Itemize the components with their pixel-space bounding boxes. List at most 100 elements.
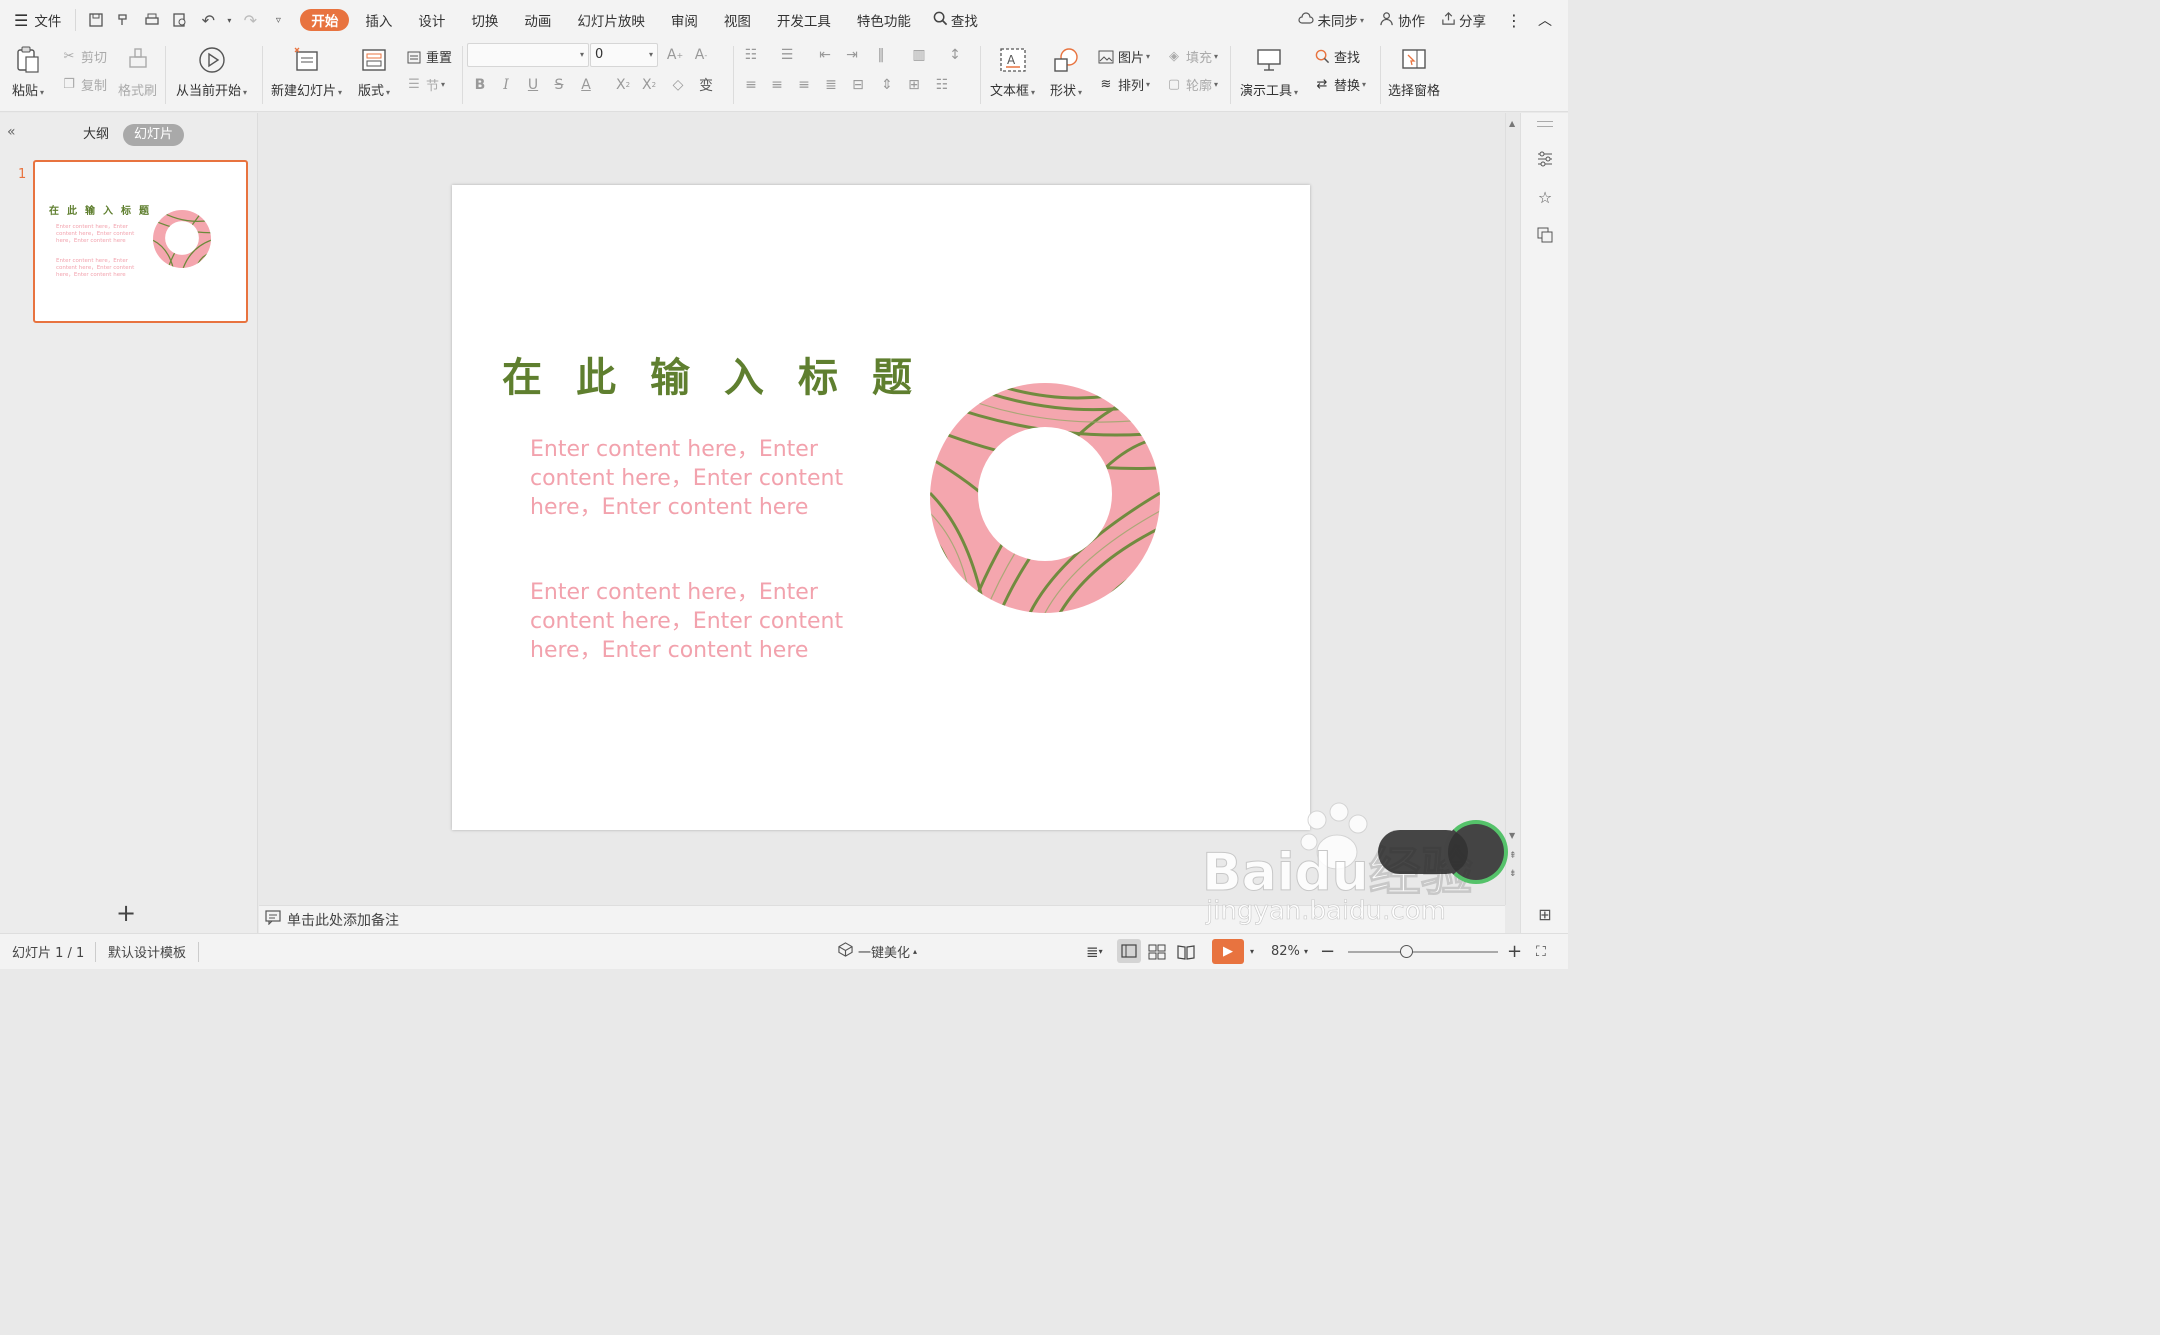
line-spacing-icon[interactable]: ↕	[946, 46, 964, 64]
subscript-icon[interactable]: X2	[640, 76, 658, 94]
cut-button[interactable]: ✂ 剪切	[60, 47, 107, 66]
present-tools-button[interactable]: 演示工具 ▾	[1240, 44, 1298, 99]
superscript-icon[interactable]: X2	[614, 76, 632, 94]
tab-outline[interactable]: 大纲	[72, 124, 120, 146]
replace-button[interactable]: ⇄ 替换 ▾	[1313, 75, 1366, 94]
slideshow-dropdown-icon[interactable]: ▾	[1250, 947, 1254, 956]
arrange-button[interactable]: ≋ 排列 ▾	[1097, 75, 1150, 94]
zoom-out-icon[interactable]: −	[1320, 941, 1335, 962]
picture-button[interactable]: 图片 ▾	[1097, 47, 1150, 66]
scroll-up-icon[interactable]: ▲	[1509, 119, 1515, 128]
fit-window-icon[interactable]: ⛶	[1536, 944, 1546, 960]
print-icon[interactable]	[140, 8, 164, 32]
font-size-select[interactable]: 0 ▾	[590, 43, 658, 67]
strikethrough-icon[interactable]: S	[550, 76, 568, 94]
add-slide-icon[interactable]: +	[116, 901, 136, 925]
justify-icon[interactable]: ≣	[822, 76, 840, 94]
animation-icon[interactable]: ☆	[1535, 187, 1555, 207]
textbox-button[interactable]: A 文本框 ▾	[990, 44, 1035, 99]
tab-developer[interactable]: 开发工具	[769, 0, 839, 40]
text-effects-icon[interactable]: 变	[697, 76, 715, 94]
tab-transition[interactable]: 切换	[463, 0, 506, 40]
copy-button[interactable]: ❐ 复制	[60, 75, 107, 94]
shape-button[interactable]: 形状 ▾	[1050, 44, 1082, 99]
format-copy-icon[interactable]	[112, 8, 136, 32]
section-button[interactable]: ☰ 节 ▾	[405, 75, 445, 94]
tab-special[interactable]: 特色功能	[849, 0, 919, 40]
content-paragraph-2[interactable]: Enter content here，Enter content here，En…	[530, 578, 860, 665]
save-icon[interactable]	[84, 8, 108, 32]
reset-button[interactable]: 重置	[405, 47, 452, 66]
font-color-icon[interactable]: A	[577, 76, 595, 94]
slide-title[interactable]: 在此输入标题	[502, 345, 946, 403]
tab-slides[interactable]: 幻灯片	[123, 124, 185, 146]
normal-view-icon[interactable]	[1117, 939, 1141, 963]
notes-toggle-icon[interactable]: ≣ ▾	[1086, 943, 1103, 961]
decrease-indent-icon[interactable]: ⇤	[816, 46, 834, 64]
template-name[interactable]: 默认设计模板	[108, 942, 186, 961]
clear-format-icon[interactable]: ◇	[669, 76, 687, 94]
collab-button[interactable]: 协作	[1372, 0, 1433, 40]
customize-dropdown-icon[interactable]: ▿	[266, 8, 290, 32]
font-grow-icon[interactable]: A +	[666, 46, 684, 64]
tab-insert[interactable]: 插入	[357, 0, 400, 40]
print-preview-icon[interactable]	[168, 8, 192, 32]
share-button[interactable]: 分享	[1433, 0, 1494, 40]
slide[interactable]: 在此输入标题 Enter content here，Enter content …	[452, 185, 1310, 830]
play-slideshow-button[interactable]: ▶	[1212, 939, 1244, 964]
undo-icon[interactable]: ↶	[196, 8, 220, 32]
zoom-level[interactable]: 82%	[1271, 944, 1300, 959]
align-center-icon[interactable]: ≡	[768, 76, 786, 94]
find-button[interactable]: 查找	[1313, 47, 1360, 66]
apps-grid-icon[interactable]: ⊞	[1535, 904, 1555, 924]
sync-button[interactable]: 未同步 ▾	[1290, 0, 1372, 40]
italic-icon[interactable]: I	[497, 76, 515, 94]
paragraph-spacing-icon[interactable]: ⇕	[878, 76, 896, 94]
format-painter-button[interactable]: 格式刷	[118, 44, 157, 99]
columns-icon[interactable]: ▥	[910, 46, 928, 64]
tab-slideshow[interactable]: 幻灯片放映	[569, 0, 653, 40]
vertical-align-icon[interactable]: ⊞	[905, 76, 923, 94]
outline-button[interactable]: ▢ 轮廓 ▾	[1165, 75, 1218, 94]
undo-dropdown-icon[interactable]: ▾	[224, 8, 234, 32]
align-left-icon[interactable]: ≡	[742, 76, 760, 94]
redo-icon[interactable]: ↷	[238, 8, 262, 32]
beautify-button[interactable]: 一键美化 ▴	[838, 942, 917, 961]
distribute-icon[interactable]: ⊟	[849, 76, 867, 94]
reading-view-icon[interactable]	[1177, 944, 1195, 960]
zoom-slider[interactable]	[1348, 945, 1498, 958]
prev-slide-icon[interactable]: ⇞	[1509, 851, 1517, 861]
transition-icon[interactable]	[1535, 225, 1555, 245]
bold-icon[interactable]: B	[471, 76, 489, 94]
slide-sorter-icon[interactable]	[1148, 944, 1166, 960]
play-from-current-button[interactable]: 从当前开始 ▾	[176, 44, 247, 99]
new-slide-button[interactable]: 新建幻灯片 ▾	[271, 44, 342, 99]
tab-review[interactable]: 审阅	[663, 0, 706, 40]
zoom-dropdown-icon[interactable]: ▾	[1304, 947, 1308, 956]
content-paragraph-1[interactable]: Enter content here，Enter content here，En…	[530, 435, 860, 522]
align-right-icon[interactable]: ≡	[795, 76, 813, 94]
underline-icon[interactable]: U	[524, 76, 542, 94]
collapse-ribbon-icon[interactable]: ︿	[1534, 0, 1568, 40]
select-pane-button[interactable]: 选择窗格	[1388, 44, 1440, 99]
properties-icon[interactable]	[1535, 149, 1555, 169]
increase-indent-icon[interactable]: ⇥	[843, 46, 861, 64]
ring-image[interactable]	[930, 383, 1160, 613]
tab-design[interactable]: 设计	[410, 0, 453, 40]
font-name-select[interactable]: ▾	[467, 43, 589, 67]
font-shrink-icon[interactable]: A-	[692, 46, 710, 64]
zoom-slider-thumb[interactable]	[1400, 945, 1413, 958]
paste-button[interactable]: 粘贴 ▾	[12, 44, 44, 99]
smartart-icon[interactable]: ☷	[933, 76, 951, 94]
more-menu-icon[interactable]: ⋮	[1494, 0, 1534, 40]
tab-home[interactable]: 开始	[300, 9, 350, 31]
text-direction-icon[interactable]: ‖	[872, 46, 890, 64]
next-slide-icon[interactable]: ⇟	[1509, 869, 1517, 879]
zoom-in-icon[interactable]: +	[1507, 941, 1522, 962]
tab-animation[interactable]: 动画	[516, 0, 559, 40]
bullet-list-icon[interactable]: ☷	[742, 46, 760, 64]
vertical-scrollbar[interactable]: ▲ ▼ ⇞ ⇟	[1505, 113, 1520, 905]
collapse-panel-icon[interactable]: «	[7, 124, 16, 140]
tab-view[interactable]: 视图	[716, 0, 759, 40]
fill-button[interactable]: ◈ 填充 ▾	[1165, 47, 1218, 66]
